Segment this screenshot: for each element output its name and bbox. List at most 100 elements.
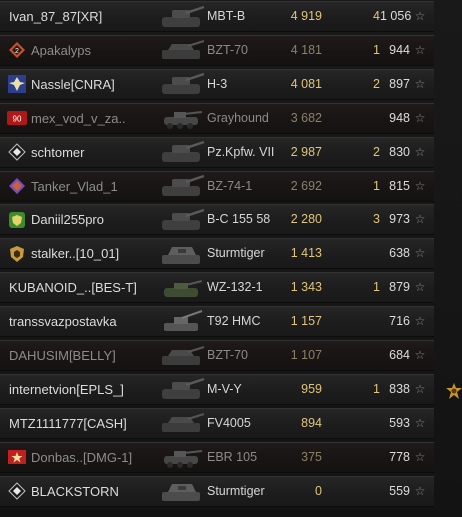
star-icon: ☆ — [414, 178, 426, 193]
player-row[interactable]: Daniil255pro B-C 155 58 2 280 3 973 ☆ — [0, 204, 434, 236]
player-row[interactable]: Ivan_87_87[XR] MBT-B 4 919 4 1 056 ☆ — [0, 1, 434, 32]
vehicle-name: Grayhound — [207, 110, 269, 125]
experience-value: 838 — [389, 381, 410, 396]
star-icon: ☆ — [414, 280, 426, 295]
clan-crest-icon — [6, 70, 28, 99]
player-name: Apakalyps — [31, 42, 91, 58]
tank-destroyer-icon — [158, 36, 208, 65]
player-row[interactable]: 90 mex_vod_v_za.. Grayhound 3 682 948 ☆ — [0, 102, 434, 134]
star-icon: ☆ — [414, 415, 426, 430]
rank-2-badge-icon: 2 — [6, 36, 28, 65]
damage-value: 1 343 — [290, 280, 322, 295]
vehicle-name: WZ-132-1 — [207, 280, 263, 295]
player-row[interactable]: stalker..[10_01] Sturmtiger 1 413 638 ☆ — [0, 238, 434, 270]
damage-value: 959 — [301, 381, 322, 396]
star-icon: ☆ — [414, 110, 426, 125]
damage-value: 0 — [315, 483, 322, 498]
experience-value: 944 — [389, 42, 410, 57]
player-name: KUBANOID_..[BES-T] — [9, 280, 137, 296]
vehicle-name: Sturmtiger — [207, 483, 265, 498]
svg-text:90: 90 — [13, 115, 22, 124]
heavy-tank-icon — [158, 172, 208, 201]
vehicle-name: H-3 — [207, 76, 228, 91]
experience-value: 559 — [389, 483, 410, 498]
star-icon: ☆ — [414, 449, 426, 464]
star-icon: ☆ — [414, 381, 426, 396]
vehicle-name: T92 HMC — [207, 314, 261, 329]
player-row[interactable]: internetvion[EPLS_] M-V-Y 959 1 838 ☆ — [0, 373, 434, 405]
player-row[interactable]: schtomer Pz.Kpfw. VII 2 987 2 830 ☆ — [0, 136, 434, 168]
kills-value: 2 — [373, 76, 380, 91]
star-icon: ☆ — [414, 42, 426, 57]
player-row[interactable]: Donbas..[DMG-1] EBR 105 375 778 ☆ — [0, 441, 434, 473]
heavy-tank-icon — [158, 375, 208, 404]
damage-value: 3 682 — [290, 110, 322, 125]
player-row[interactable]: KUBANOID_..[BES-T] WZ-132-1 1 343 1 879 ☆ — [0, 272, 434, 304]
heavy-tank-icon — [158, 2, 208, 31]
vehicle-name: BZT-70 — [207, 348, 248, 362]
vehicle-name: FV4005 — [207, 415, 251, 430]
assault-gun-icon — [158, 239, 208, 268]
vehicle-name: EBR 105 — [207, 449, 258, 464]
svg-text:2: 2 — [15, 48, 19, 55]
star-icon: ☆ — [414, 212, 426, 227]
diamond-rank-icon — [6, 477, 28, 506]
experience-value: 973 — [389, 212, 410, 227]
armored-car-icon — [158, 104, 208, 133]
vehicle-name: M-V-Y — [207, 381, 242, 396]
experience-value: 1 056 — [380, 9, 412, 23]
kills-value — [360, 239, 380, 268]
kills-value: 2 — [373, 144, 380, 159]
kills-value — [360, 104, 380, 133]
vehicle-name: Pz.Kpfw. VII — [207, 144, 275, 159]
damage-value: 2 692 — [290, 178, 322, 193]
kills-value: 1 — [373, 381, 380, 396]
vehicle-name: Sturmtiger — [207, 246, 265, 261]
vehicle-name: BZ-74-1 — [207, 178, 253, 193]
kills-value — [360, 409, 380, 438]
light-tank-icon — [158, 273, 208, 302]
red-badge-icon: 90 — [6, 104, 28, 133]
player-name: internetvion[EPLS_] — [9, 381, 124, 397]
kills-value — [360, 307, 380, 336]
player-name: stalker..[10_01] — [31, 246, 120, 262]
damage-value: 4 181 — [290, 42, 322, 57]
diamond-rank-icon — [6, 138, 28, 167]
player-name: Ivan_87_87[XR] — [9, 9, 103, 24]
star-icon: ☆ — [414, 314, 426, 329]
player-row[interactable]: 2 Apakalyps BZT-70 4 181 1 944 ☆ — [0, 34, 434, 66]
star-icon: ☆ — [414, 76, 426, 91]
kills-value — [360, 477, 380, 506]
battle-results-scoreboard: Ivan_87_87[XR] MBT-B 4 919 4 1 056 ☆ 2 Apakalyp… — [0, 0, 462, 517]
damage-value: 4 919 — [290, 9, 322, 23]
heavy-tank-icon — [158, 205, 208, 234]
heavy-tank-icon — [158, 138, 208, 167]
player-row[interactable]: MTZ1111777[CASH] FV4005 894 593 ☆ — [0, 407, 434, 439]
experience-value: 684 — [389, 348, 410, 362]
heavy-tank-icon — [158, 70, 208, 99]
tank-destroyer-icon — [158, 341, 208, 370]
experience-value: 778 — [389, 449, 410, 464]
experience-value: 879 — [389, 280, 410, 295]
kills-value: 1 — [373, 280, 380, 295]
player-name: BLACKSTORN — [31, 483, 119, 499]
star-icon: ☆ — [414, 9, 426, 23]
player-name: Tanker_Vlad_1 — [31, 178, 118, 194]
player-row[interactable]: Tanker_Vlad_1 BZ-74-1 2 692 1 815 ☆ — [0, 170, 434, 202]
player-row[interactable]: DAHUSIM[BELLY] BZT-70 1 107 684 ☆ — [0, 340, 434, 371]
player-name: MTZ1111777[CASH] — [9, 415, 127, 431]
damage-value: 2 987 — [290, 144, 322, 159]
player-row[interactable]: Nassle[CNRA] H-3 4 081 2 897 ☆ — [0, 68, 434, 100]
player-name: mex_vod_v_za.. — [31, 110, 126, 126]
tank-destroyer-icon — [158, 409, 208, 438]
player-row[interactable]: transsvazpostavka T92 HMC 1 157 716 ☆ — [0, 306, 434, 338]
gold-shield-icon — [6, 239, 28, 268]
vehicle-name: BZT-70 — [207, 42, 248, 57]
experience-value: 830 — [389, 144, 410, 159]
vehicle-name: B-C 155 58 — [207, 212, 271, 227]
star-icon: ☆ — [414, 246, 426, 261]
star-icon: ☆ — [414, 483, 426, 498]
star-icon: ☆ — [414, 348, 426, 362]
player-row[interactable]: BLACKSTORN Sturmtiger 0 559 ☆ — [0, 475, 434, 507]
experience-value: 716 — [389, 314, 410, 329]
